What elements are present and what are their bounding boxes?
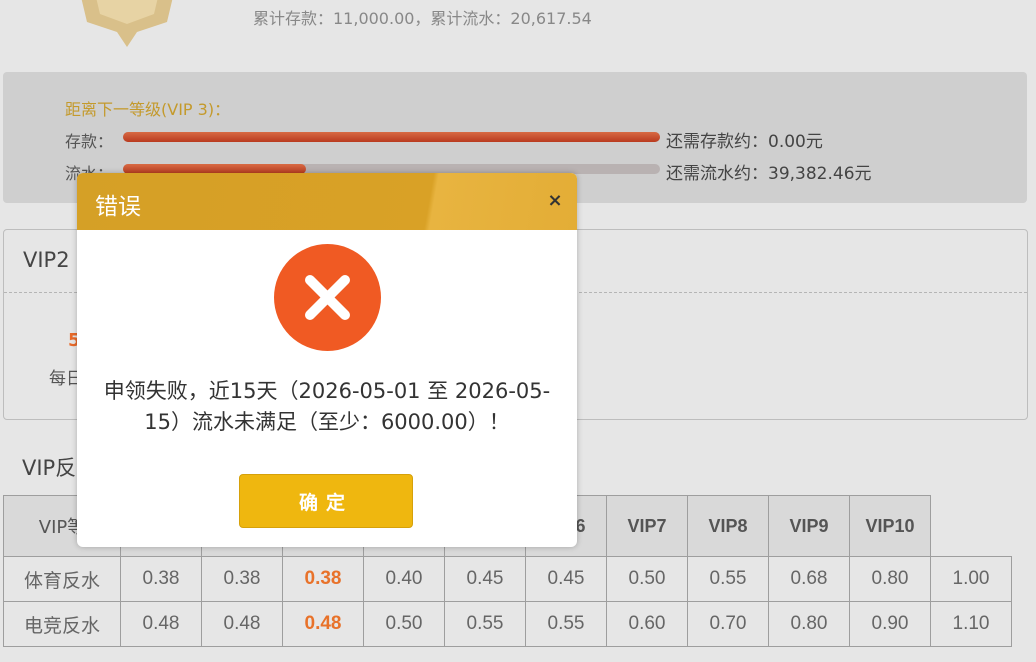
table-cell: 0.68: [768, 556, 850, 602]
table-cell: 0.50: [363, 601, 445, 647]
deposit-progress-bar: [123, 132, 660, 142]
header-cell: VIP10: [849, 495, 931, 557]
table-cell: 0.40: [363, 556, 445, 602]
confirm-button[interactable]: 确定: [239, 474, 413, 528]
vip-card-title: VIP2: [23, 248, 70, 272]
table-cell: 0.45: [525, 556, 607, 602]
table-cell: 1.00: [930, 556, 1012, 602]
table-cell: 0.48: [201, 601, 283, 647]
table-cell: 0.50: [606, 556, 688, 602]
rebate-section-title: VIP反: [22, 456, 77, 480]
table-cell: 0.80: [849, 556, 931, 602]
close-icon[interactable]: ×: [546, 192, 564, 210]
table-row: 体育反水 0.38 0.38 0.38 0.40 0.45 0.45 0.50 …: [3, 556, 1012, 602]
dialog-title: 错误: [95, 194, 141, 220]
error-dialog: 错误 × 申领失败，近15天（2026-05-01 至 2026-05-15）流…: [77, 173, 577, 547]
table-cell: 0.70: [687, 601, 769, 647]
deposit-need-text: 还需存款约：0.00元: [666, 132, 823, 152]
table-cell: 0.80: [768, 601, 850, 647]
table-row: 电竞反水 0.48 0.48 0.48 0.50 0.55 0.55 0.60 …: [3, 601, 1012, 647]
table-cell: 0.38: [120, 556, 202, 602]
table-cell: 0.60: [606, 601, 688, 647]
table-cell: 1.10: [930, 601, 1012, 647]
turnover-need-text: 还需流水约：39,382.46元: [666, 164, 872, 184]
cumulative-stats: 累计存款：11,000.00，累计流水：20,617.54: [253, 9, 592, 28]
table-cell: 0.45: [444, 556, 526, 602]
row-name: 电竞反水: [3, 601, 121, 647]
dialog-header: 错误 ×: [77, 173, 577, 230]
table-cell-current: 0.48: [282, 601, 364, 647]
dialog-message: 申领失败，近15天（2026-05-01 至 2026-05-15）流水未满足（…: [103, 379, 551, 434]
next-level-label: 距离下一等级(VIP 3)：: [65, 100, 231, 119]
error-x-icon: [274, 244, 381, 351]
deposit-progress-fill: [123, 132, 660, 142]
table-cell: 0.48: [120, 601, 202, 647]
header-cell: VIP8: [687, 495, 769, 557]
table-cell: 0.55: [525, 601, 607, 647]
table-cell: 0.55: [444, 601, 526, 647]
row-name: 体育反水: [3, 556, 121, 602]
table-cell: 0.55: [687, 556, 769, 602]
table-cell: 0.90: [849, 601, 931, 647]
table-cell: 0.38: [201, 556, 283, 602]
header-cell: VIP7: [606, 495, 688, 557]
header-cell: VIP9: [768, 495, 850, 557]
table-cell-current: 0.38: [282, 556, 364, 602]
vip-page: 累计存款：11,000.00，累计流水：20,617.54 距离下一等级(VIP…: [0, 0, 1036, 662]
vip-medal-icon: [62, 0, 192, 48]
deposit-label: 存款：: [65, 132, 114, 151]
